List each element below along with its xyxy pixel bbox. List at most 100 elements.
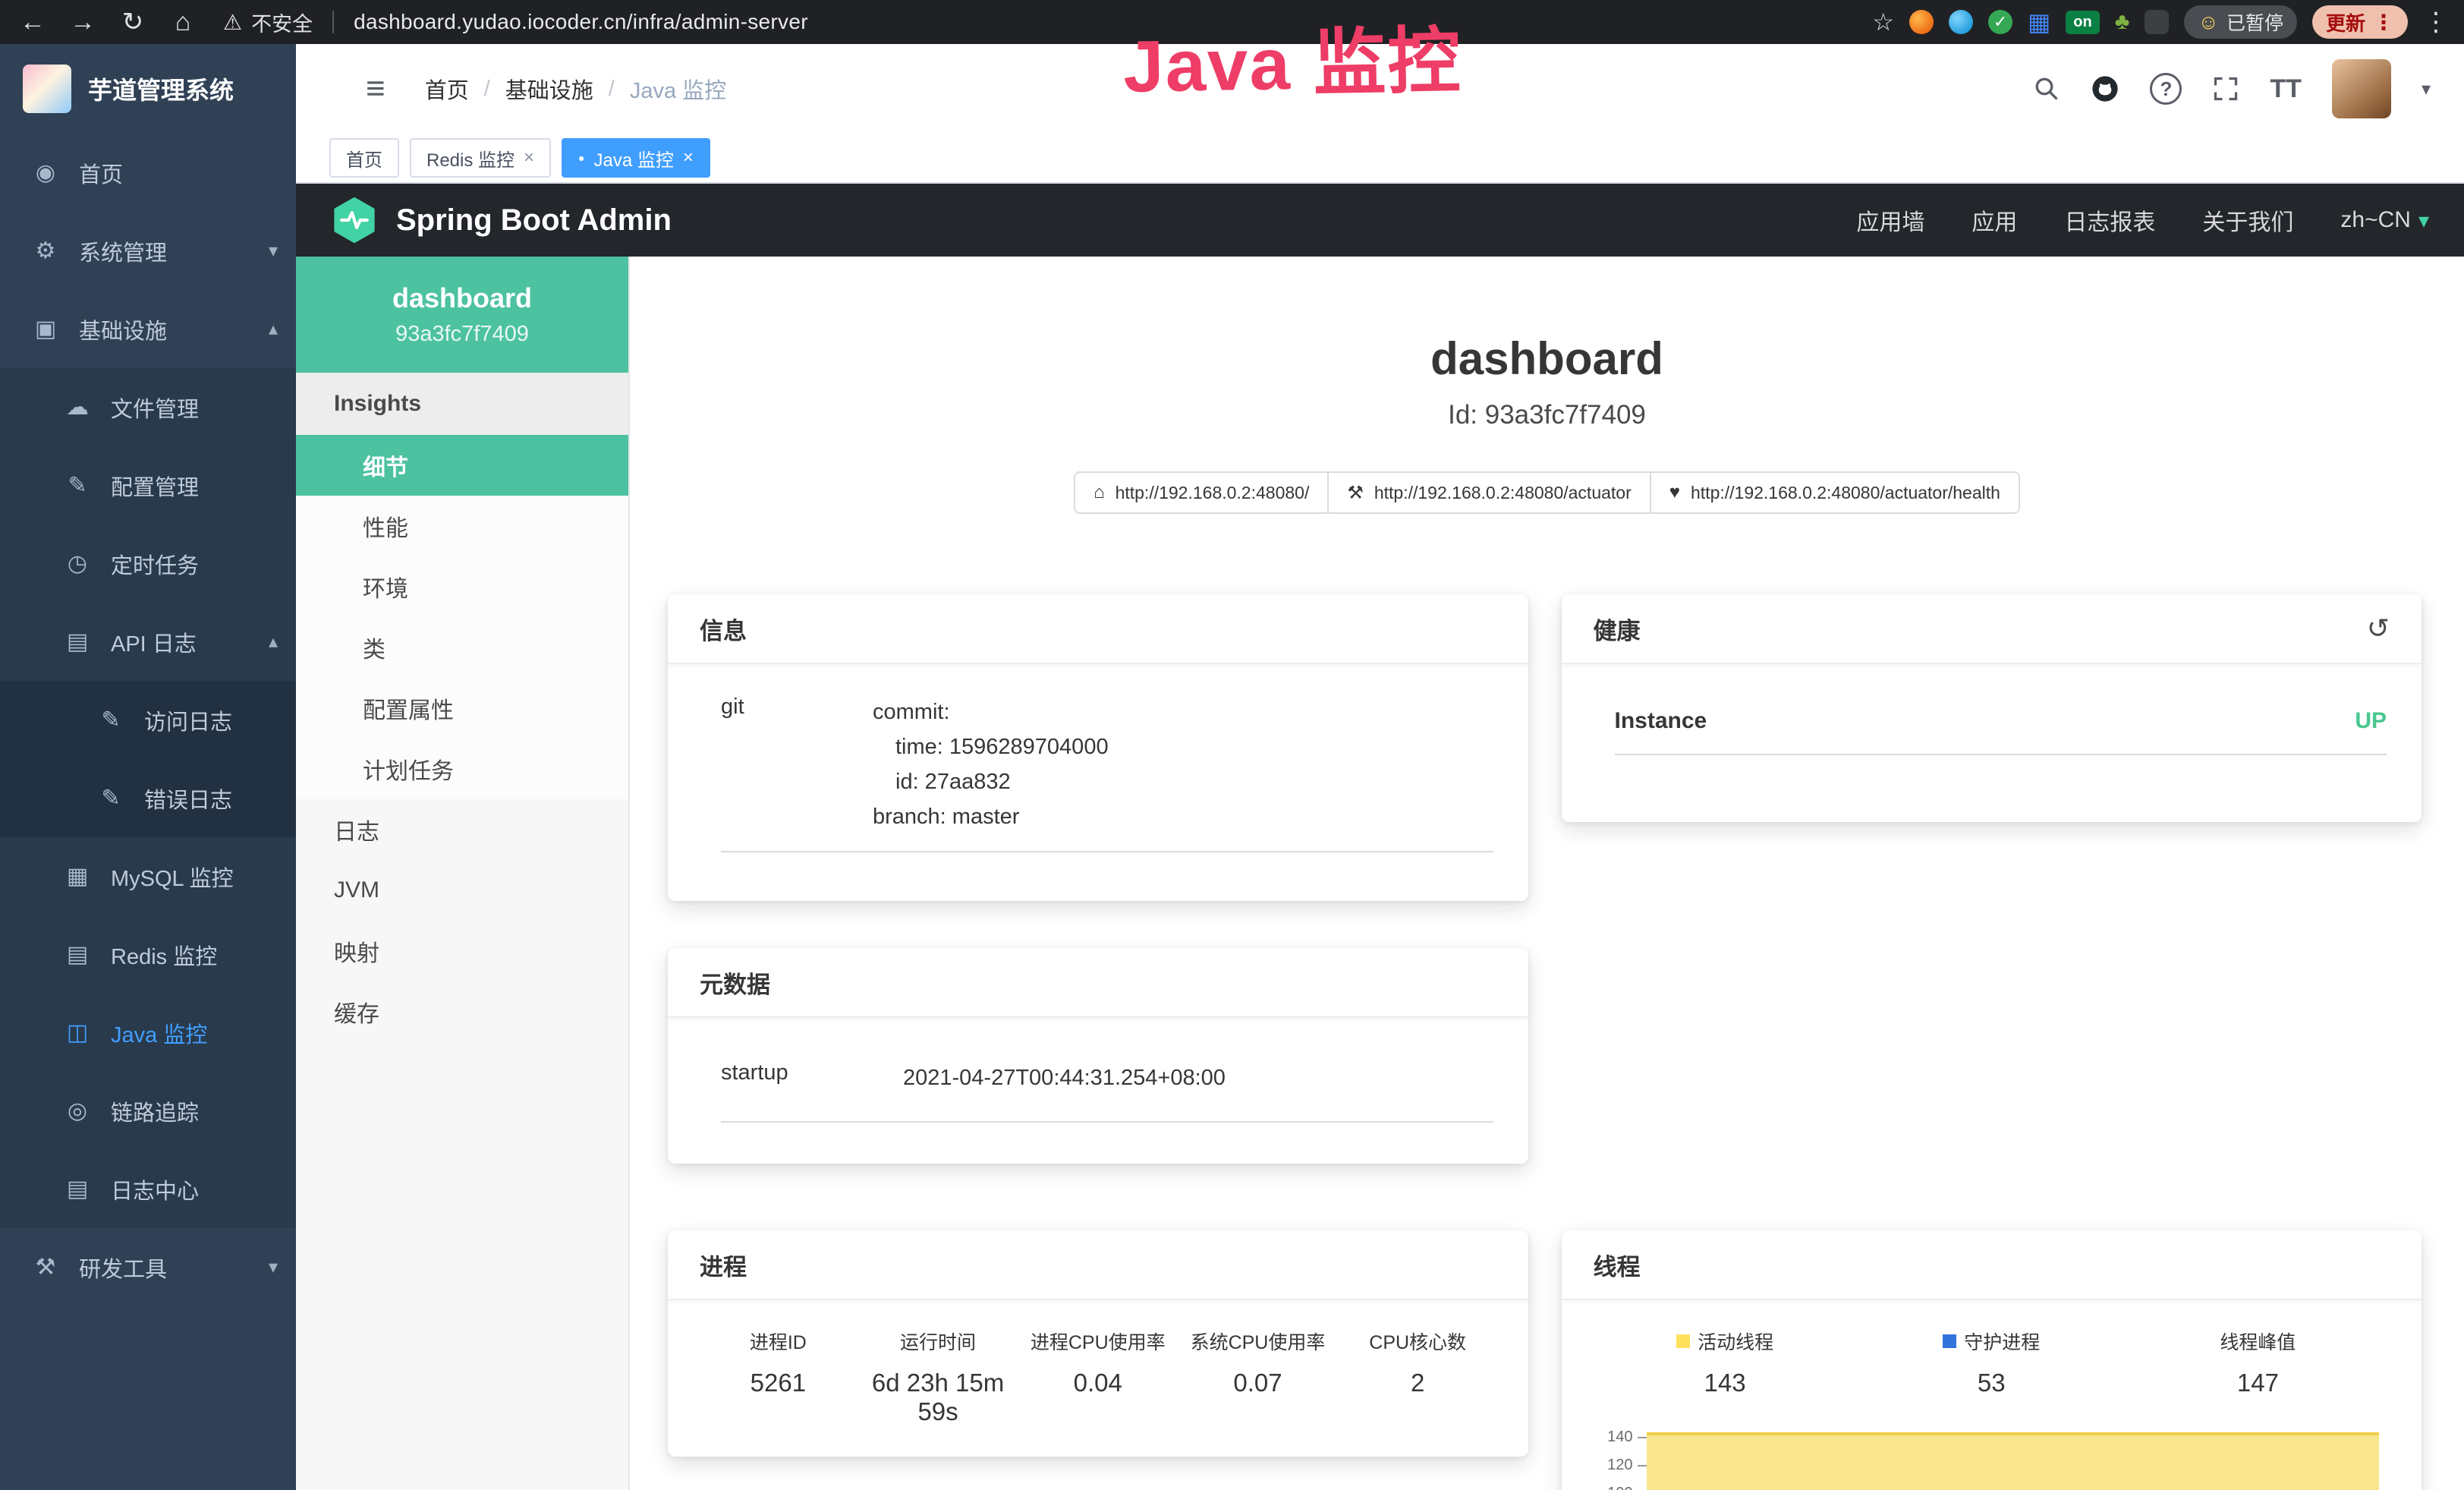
extension-on-badge[interactable]: on xyxy=(2066,11,2099,34)
service-url-button[interactable]: ⌂ http://192.168.0.2:48080/ xyxy=(1074,471,1329,514)
breadcrumb-current: Java 监控 xyxy=(630,73,726,105)
sba-nav-journal[interactable]: 日志报表 xyxy=(2064,203,2155,237)
gear-icon: ⚙ xyxy=(32,238,59,264)
health-instance-row[interactable]: Instance UP xyxy=(1615,708,2387,755)
sidebar-item-dev-tools[interactable]: ⚒ 研发工具 ▾ xyxy=(0,1228,296,1306)
sba-nav-wallboard[interactable]: 应用墙 xyxy=(1856,203,1924,237)
y-tick-label: 140 xyxy=(1607,1429,1632,1446)
extension-leaf-icon[interactable]: ♣ xyxy=(2115,11,2130,33)
paused-badge[interactable]: ☺ 已暂停 xyxy=(2184,5,2297,39)
breadcrumb-infrastructure[interactable]: 基础设施 xyxy=(505,73,593,105)
sidebar-item-config-mgmt[interactable]: ✎ 配置管理 xyxy=(0,446,296,524)
menu-environment[interactable]: 环境 xyxy=(296,556,628,617)
menu-config-props[interactable]: 配置属性 xyxy=(296,678,628,739)
bookmark-star-icon[interactable]: ☆ xyxy=(1872,8,1894,36)
tab-home[interactable]: 首页 xyxy=(329,138,399,178)
avatar[interactable] xyxy=(2332,59,2391,118)
instance-id: 93a3fc7f7409 xyxy=(395,322,529,347)
y-tick: 140 xyxy=(1592,1423,1647,1451)
heart-icon: ♥ xyxy=(1669,482,1680,503)
instance-header[interactable]: dashboard 93a3fc7f7409 xyxy=(296,257,628,373)
sidebar-item-access-logs[interactable]: ✎ 访问日志 xyxy=(0,681,296,759)
sba-locale-select[interactable]: zh~CN ▾ xyxy=(2340,207,2429,233)
extension-drop-icon[interactable] xyxy=(1949,10,1973,34)
sidebar-item-home[interactable]: ◉ 首页 xyxy=(0,134,296,212)
app-logo-image xyxy=(23,65,71,113)
fullscreen-icon[interactable] xyxy=(2212,75,2239,102)
caret-down-icon: ▾ xyxy=(2418,208,2429,233)
sba-navbar: Spring Boot Admin 应用墙 应用 日志报表 关于我们 zh~CN… xyxy=(296,184,2464,257)
menu-scheduled-tasks[interactable]: 计划任务 xyxy=(296,739,628,799)
sidebar-item-mysql-monitor[interactable]: ▦ MySQL 监控 xyxy=(0,837,296,915)
extension-fox-icon[interactable] xyxy=(1909,10,1934,34)
sba-nav-applications[interactable]: 应用 xyxy=(1972,203,2017,237)
process-pid: 进程ID 5261 xyxy=(698,1328,858,1426)
y-tick: 100 xyxy=(1592,1479,1647,1490)
search-icon[interactable] xyxy=(2033,75,2060,102)
tab-redis-monitor[interactable]: Redis 监控 × xyxy=(410,138,551,178)
close-icon[interactable]: × xyxy=(683,147,694,169)
menu-logs[interactable]: 日志 xyxy=(296,799,628,860)
browser-home-icon[interactable]: ⌂ xyxy=(165,8,200,37)
close-icon[interactable]: × xyxy=(524,147,534,169)
extension-grid-icon[interactable]: ▦ xyxy=(2028,10,2050,34)
browser-reload-icon[interactable]: ↻ xyxy=(115,7,150,37)
github-icon[interactable] xyxy=(2091,74,2119,103)
sidebar-item-scheduled-jobs[interactable]: ◷ 定时任务 xyxy=(0,524,296,603)
app-logo[interactable]: 芋道管理系统 xyxy=(0,44,296,134)
breadcrumb-home[interactable]: 首页 xyxy=(425,73,469,105)
sba-brand[interactable]: Spring Boot Admin xyxy=(331,197,672,244)
sidebar-item-redis-monitor[interactable]: ▤ Redis 监控 xyxy=(0,915,296,994)
menu-mappings[interactable]: 映射 xyxy=(296,921,628,981)
address-bar-url[interactable]: dashboard.yudao.iocoder.cn/infra/admin-s… xyxy=(354,10,808,34)
git-branch-line: branch: master xyxy=(873,799,1493,834)
sidebar-item-log-center[interactable]: ▤ 日志中心 xyxy=(0,1150,296,1228)
menu-label: 研发工具 xyxy=(79,1252,167,1284)
chevron-up-icon: ▴ xyxy=(269,318,278,340)
page-title: dashboard xyxy=(630,332,2464,385)
sba-nav-about[interactable]: 关于我们 xyxy=(2202,203,2293,237)
sidebar-item-system-mgmt[interactable]: ⚙ 系统管理 ▾ xyxy=(0,212,296,290)
tab-label: 首页 xyxy=(346,145,382,172)
history-icon[interactable]: ↺ xyxy=(2367,613,2390,644)
sidebar-item-infrastructure[interactable]: ▣ 基础设施 ▴ xyxy=(0,290,296,368)
instance-links: ⌂ http://192.168.0.2:48080/ ⚒ http://192… xyxy=(630,471,2464,514)
info-row-git: git commit: time: 1596289704000 id: 27aa… xyxy=(721,695,1493,852)
menu-classes[interactable]: 类 xyxy=(296,617,628,678)
site-security-chip[interactable]: ⚠ 不安全 xyxy=(223,8,313,37)
stat-value: 147 xyxy=(2125,1369,2391,1397)
extension-pin-icon[interactable] xyxy=(2145,10,2169,34)
chevron-up-icon: ▴ xyxy=(269,631,278,653)
extension-check-icon[interactable]: ✓ xyxy=(1988,10,2012,34)
menu-details[interactable]: 细节 xyxy=(296,435,628,496)
avatar-caret-icon: ▾ xyxy=(2422,78,2431,100)
paused-label: 已暂停 xyxy=(2226,8,2283,36)
update-button[interactable]: 更新 ⋮ xyxy=(2312,5,2408,39)
font-size-icon[interactable]: TT xyxy=(2270,74,2302,104)
chevron-down-icon: ▾ xyxy=(269,1256,278,1278)
sidebar-item-api-logs[interactable]: ▤ API 日志 ▴ xyxy=(0,603,296,681)
sidebar-item-error-logs[interactable]: ✎ 错误日志 xyxy=(0,759,296,837)
timer-icon: ◷ xyxy=(64,550,91,577)
browser-back-icon[interactable]: ← xyxy=(15,8,50,37)
sidebar-item-file-mgmt[interactable]: ☁ 文件管理 xyxy=(0,368,296,446)
menu-jvm[interactable]: JVM xyxy=(296,860,628,921)
browser-forward-icon[interactable]: → xyxy=(65,8,100,37)
hamburger-icon[interactable]: ≡ xyxy=(366,70,385,108)
access-log-icon: ✎ xyxy=(97,707,124,733)
menu-caches[interactable]: 缓存 xyxy=(296,981,628,1042)
infrastructure-icon: ▣ xyxy=(32,316,59,342)
menu-metrics[interactable]: 性能 xyxy=(296,496,628,556)
tab-java-monitor[interactable]: ● Java 监控 × xyxy=(562,138,710,178)
help-icon[interactable]: ? xyxy=(2150,73,2182,105)
sidebar-item-tracing[interactable]: ◎ 链路追踪 xyxy=(0,1072,296,1150)
menu-insights[interactable]: Insights xyxy=(296,373,628,435)
browser-menu-icon[interactable]: ⋮ xyxy=(2423,7,2449,37)
actuator-url-button[interactable]: ⚒ http://192.168.0.2:48080/actuator xyxy=(1327,471,1651,514)
stat-value: 0.07 xyxy=(1178,1369,1338,1397)
sidebar-item-java-monitor[interactable]: ◫ Java 监控 xyxy=(0,994,296,1072)
mysql-icon: ▦ xyxy=(64,863,91,890)
health-url-button[interactable]: ♥ http://192.168.0.2:48080/actuator/heal… xyxy=(1650,471,2020,514)
toolbar-divider xyxy=(332,11,334,33)
git-time-line: time: 1596289704000 xyxy=(895,729,1493,764)
